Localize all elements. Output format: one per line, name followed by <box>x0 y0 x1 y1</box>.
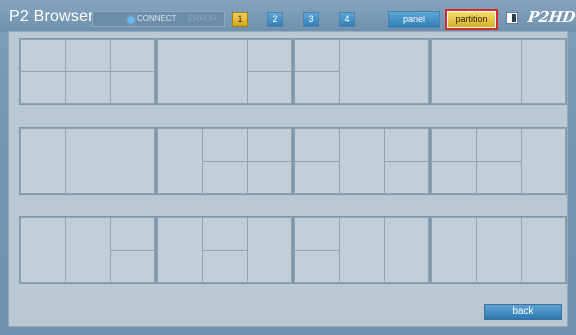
layout-cell <box>20 128 66 194</box>
layout-cell <box>431 39 522 104</box>
partition-workspace <box>8 31 568 327</box>
layout-cell <box>294 128 340 162</box>
layout-cell <box>521 128 566 194</box>
layout-cell <box>294 250 340 283</box>
layout-cell <box>247 161 292 194</box>
layout-cell <box>110 217 155 251</box>
layout-cell <box>431 217 477 283</box>
layout-cell <box>339 39 429 104</box>
page-button-4[interactable]: 4 <box>339 12 355 27</box>
layout-option[interactable] <box>430 38 567 105</box>
layout-option[interactable] <box>293 127 430 195</box>
layout-cell <box>476 128 522 162</box>
layout-cell <box>521 217 566 283</box>
layout-cell <box>294 39 340 72</box>
layout-option[interactable] <box>430 127 567 195</box>
layout-cell <box>202 217 248 251</box>
connect-indicator-icon <box>128 17 134 23</box>
layout-option[interactable] <box>156 38 293 105</box>
layout-cell <box>202 128 248 162</box>
layout-cell <box>65 71 111 104</box>
layout-cell <box>431 128 477 162</box>
layout-cell <box>476 161 522 194</box>
layout-cell <box>65 128 155 194</box>
layout-cell <box>339 128 385 194</box>
page-button-1[interactable]: 1 <box>232 12 248 27</box>
layout-cell <box>202 161 248 194</box>
layout-cell <box>431 161 477 194</box>
layout-option[interactable] <box>156 127 293 195</box>
layout-cell <box>384 128 429 162</box>
layout-cell <box>157 128 203 194</box>
p2hd-logo: P2HD <box>526 8 576 26</box>
layout-option[interactable] <box>19 127 156 195</box>
layout-cell <box>65 217 111 283</box>
page-button-2[interactable]: 2 <box>267 12 283 27</box>
layout-cell <box>247 217 292 283</box>
layout-cell <box>294 161 340 194</box>
layout-cell <box>247 71 292 104</box>
layout-cell <box>157 39 248 104</box>
layout-cell <box>20 217 66 283</box>
layout-option[interactable] <box>293 38 430 105</box>
layout-cell <box>294 71 340 104</box>
layout-cell <box>202 250 248 283</box>
layout-option[interactable] <box>19 38 156 105</box>
layout-cell <box>65 39 111 72</box>
panel-button[interactable]: panel <box>388 11 440 28</box>
window-toggle-icon[interactable] <box>506 12 518 24</box>
layout-cell <box>294 217 340 251</box>
app-title: P2 Browser <box>9 8 94 25</box>
partition-button[interactable]: partition <box>445 9 498 30</box>
layout-cell <box>110 71 155 104</box>
layout-option[interactable] <box>293 216 430 284</box>
layout-cell <box>247 39 292 72</box>
layout-cell <box>339 217 385 283</box>
layout-cell <box>20 39 66 72</box>
partition-button-label: partition <box>448 12 495 27</box>
layout-cell <box>157 217 203 283</box>
layout-cell <box>110 250 155 283</box>
layout-option[interactable] <box>430 216 567 284</box>
top-bar: P2 Browser CONNECT ERROR 1 2 3 4 panel p… <box>0 0 576 32</box>
layout-cell <box>476 217 522 283</box>
layout-cell <box>247 128 292 162</box>
page-button-3[interactable]: 3 <box>303 12 319 27</box>
layout-cell <box>384 217 429 283</box>
layout-cell <box>20 71 66 104</box>
layout-option[interactable] <box>156 216 293 284</box>
connection-status-panel: CONNECT ERROR <box>92 11 225 27</box>
connect-label: CONNECT <box>137 14 177 23</box>
layout-cell <box>384 161 429 194</box>
back-button[interactable]: back <box>484 304 562 320</box>
layout-option[interactable] <box>19 216 156 284</box>
status-label: ERROR <box>188 14 217 23</box>
layout-cell <box>110 39 155 72</box>
layout-cell <box>521 39 566 104</box>
